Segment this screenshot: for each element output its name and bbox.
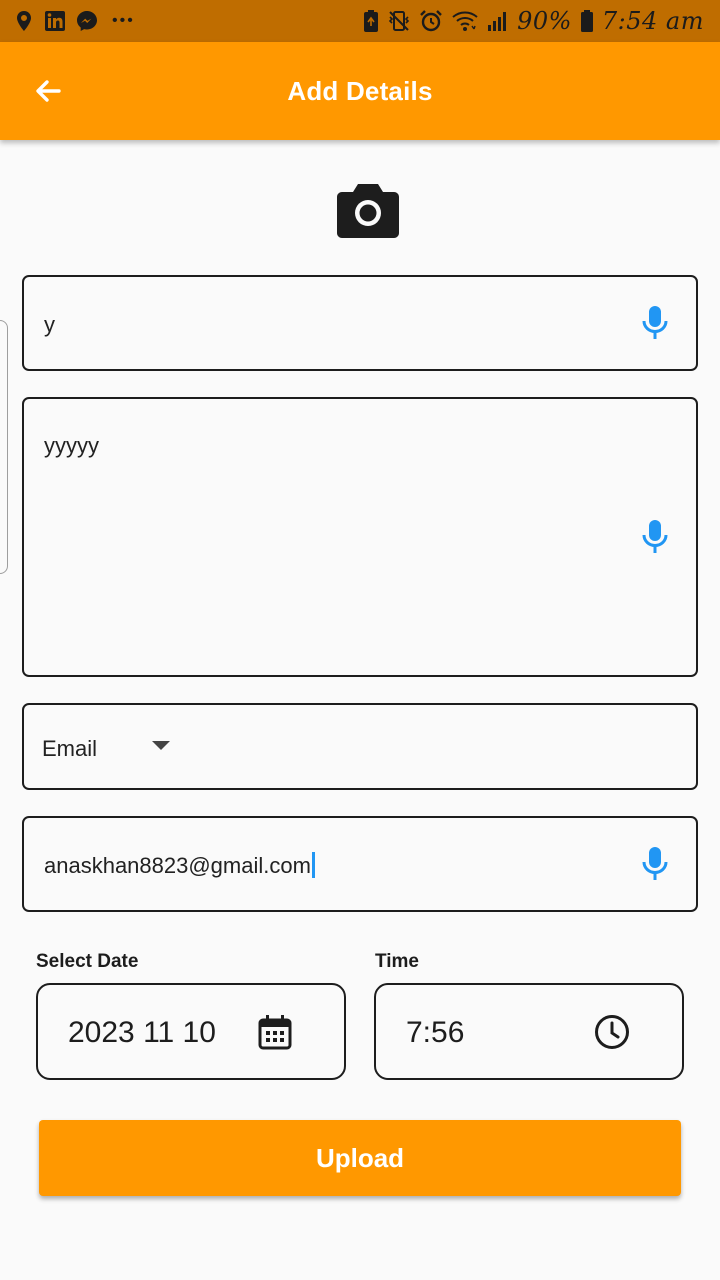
upload-button-label: Upload bbox=[315, 1142, 405, 1173]
camera-icon bbox=[337, 182, 399, 243]
time-value: 7:56 bbox=[406, 1016, 465, 1049]
signal-icon bbox=[487, 10, 509, 32]
wifi-icon bbox=[451, 10, 479, 32]
description-input[interactable]: yyyyy bbox=[44, 433, 99, 459]
mic-icon[interactable] bbox=[640, 305, 670, 341]
app-bar: Add Details bbox=[0, 42, 720, 140]
page-title: Add Details bbox=[287, 75, 433, 106]
email-field[interactable]: anaskhan8823@gmail.com bbox=[22, 816, 698, 912]
title-field[interactable]: y bbox=[22, 275, 698, 371]
dropdown-arrow-icon[interactable] bbox=[152, 741, 170, 750]
mic-icon[interactable] bbox=[640, 519, 670, 555]
upload-button[interactable]: Upload bbox=[39, 1120, 681, 1196]
battery-icon bbox=[580, 9, 594, 33]
more-dots-icon: ••• bbox=[112, 12, 135, 29]
edge-drawer-handle[interactable] bbox=[0, 320, 8, 574]
description-field[interactable]: yyyyy bbox=[22, 397, 698, 677]
battery-percent: 90% bbox=[517, 7, 572, 35]
status-bar-right: 90% 7:54 am bbox=[363, 7, 704, 35]
email-input[interactable]: anaskhan8823@gmail.com bbox=[44, 852, 315, 879]
vibrate-icon bbox=[387, 9, 411, 33]
status-bar-left: ••• bbox=[14, 10, 135, 32]
time-label: Time bbox=[375, 951, 420, 972]
camera-button[interactable] bbox=[334, 180, 402, 244]
arrow-back-icon bbox=[32, 75, 64, 112]
clock-icon[interactable] bbox=[594, 1014, 630, 1050]
mic-icon[interactable] bbox=[640, 846, 670, 882]
battery-saver-icon bbox=[363, 9, 379, 33]
date-label: Select Date bbox=[36, 951, 139, 972]
alarm-icon bbox=[419, 9, 443, 33]
text-caret bbox=[311, 852, 315, 878]
title-input[interactable]: y bbox=[44, 312, 55, 338]
email-input-text: anaskhan8823@gmail.com bbox=[44, 853, 311, 878]
status-bar: ••• 90% 7:54 am bbox=[0, 0, 720, 42]
messenger-icon bbox=[76, 10, 98, 32]
status-time: 7:54 am bbox=[601, 7, 704, 35]
location-pin-icon bbox=[14, 10, 34, 32]
date-picker[interactable]: 2023 11 10 bbox=[36, 983, 346, 1080]
linkedin-icon bbox=[44, 10, 66, 32]
time-picker[interactable]: 7:56 bbox=[374, 983, 684, 1080]
contact-type-value: Email bbox=[42, 736, 98, 761]
back-button[interactable] bbox=[26, 71, 70, 115]
calendar-icon[interactable] bbox=[257, 1014, 293, 1050]
date-value: 2023 11 10 bbox=[68, 1016, 216, 1049]
contact-type-dropdown[interactable]: Email bbox=[22, 703, 698, 790]
